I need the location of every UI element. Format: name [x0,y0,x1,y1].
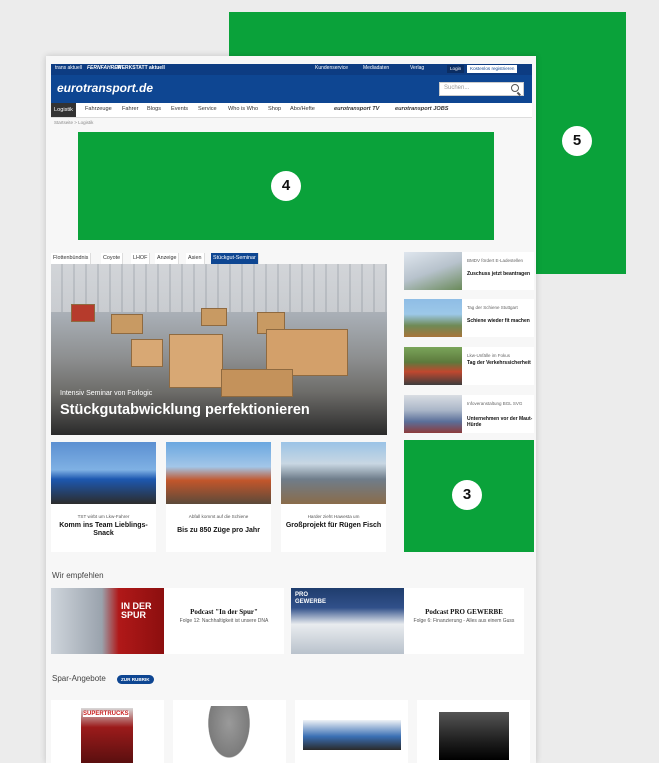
ad-slot-4-label: 4 [271,171,301,201]
article-card-kicker: TST wirbt um Lkw-Fahrer [77,514,130,519]
side-teaser-title: Schiene wieder fit machen [467,318,530,324]
product-teaser[interactable] [295,700,408,763]
breadcrumb: Startseite > Logistik [54,120,94,125]
article-card-title: Bis zu 850 Züge pro Jahr [177,527,260,534]
topbar-link-kundenservice[interactable]: Kundenservice [315,65,348,71]
tab-flottenbuendnis[interactable]: Flottenbündnis [51,253,92,264]
side-teaser-image [404,395,462,433]
product-image-book: SUPERTRUCKS [81,708,133,763]
rubrik-button[interactable]: ZUR RUBRIK [117,675,154,684]
tab-stueckgut-seminar[interactable]: Stückgut-Seminar [211,253,259,264]
article-card[interactable]: Harder zieht Hawesta um Großprojekt für … [281,442,386,552]
podcast-image-text: IN DER SPUR [121,601,152,620]
offers-heading: Spar-Angebote [52,674,106,683]
topbar-link-verlag[interactable]: Verlag [410,65,424,71]
article-card[interactable]: Abfall kommt auf die Schiene Bis zu 850 … [166,442,271,552]
main-nav: Logistik Fahrzeuge Fahrer Blogs Events S… [51,103,532,118]
hero-image-box [201,308,227,326]
hero-image-ceiling [51,264,387,312]
topbar-link-trans-aktuell[interactable]: trans aktuell [55,65,82,71]
hero-image-pallet [131,339,163,367]
podcast-title: Podcast PRO GEWERBE [425,608,503,616]
product-image-truck-kit [439,712,509,760]
nav-item-eurotransport-jobs[interactable]: eurotransport JOBS [395,106,448,112]
topbar-link-mediadaten[interactable]: Mediadaten [363,65,389,71]
podcast-subtitle: Folge 12: Nachhaltigkeit ist unsere DNA [179,618,269,624]
article-card-title: Großprojekt für Rügen Fisch [285,522,382,529]
product-image-truck-model [303,720,401,750]
side-teaser-title: Tag der Verkehrssicherheit [467,360,531,366]
podcast-image-text: PRO GEWERBE [295,592,327,605]
side-teaser-title: Zuschuss jetzt beantragen [467,271,531,277]
product-teaser[interactable] [173,700,286,763]
login-button[interactable]: Login [447,65,465,73]
nav-item-events[interactable]: Events [171,106,188,112]
article-card-kicker: Harder zieht Hawesta um [307,514,360,519]
hero-image-machine [71,304,95,322]
podcast-teaser[interactable]: IN DER SPUR Podcast "In der Spur" Folge … [51,588,284,654]
hero-image-pallet [221,369,293,397]
top-bar: trans aktuell FERNFAHRER WERKSTATT aktue… [51,64,532,75]
product-teaser[interactable] [417,700,530,763]
tab-lhof[interactable]: LHOF [131,253,151,264]
nav-item-blogs[interactable]: Blogs [147,106,161,112]
nav-item-fahrzeuge[interactable]: Fahrzeuge [85,106,112,112]
nav-item-abo-hefte[interactable]: Abo/Hefte [290,106,315,112]
podcast-title: Podcast "In der Spur" [190,608,258,616]
tab-anzeige[interactable]: Anzeige [155,253,180,264]
podcast-subtitle: Folge 6: Finanzierung - Alles aus einem … [413,618,515,624]
side-teaser-kicker: BMDV fördert E-Ladestellen [467,258,524,263]
nav-item-logistik[interactable]: Logistik [51,103,76,117]
site-logo[interactable]: eurotransport.de [57,81,153,95]
side-teaser-image [404,252,462,290]
ad-slot-3-label: 3 [452,480,482,510]
nav-item-service[interactable]: Service [198,106,217,112]
article-card-kicker: Abfall kommt auf die Schiene [188,514,249,519]
tab-asien[interactable]: Asien [186,253,205,264]
side-teaser[interactable]: Tag der Schiene Stuttgart Schiene wieder… [404,299,534,337]
hero-kicker: Intensiv Seminar von Forlogic [60,390,153,397]
product-image-hoodie [205,706,253,763]
podcast-teaser[interactable]: PRO GEWERBE Podcast PRO GEWERBE Folge 6:… [291,588,524,654]
article-card[interactable]: TST wirbt um Lkw-Fahrer Komm ins Team Li… [51,442,156,552]
article-card-title: Komm ins Team Lieblings-Snack [59,522,148,537]
hero-teaser[interactable]: Intensiv Seminar von Forlogic Stückgutab… [51,264,387,435]
hero-image-box [111,314,143,334]
hero-image-pallet [169,334,223,388]
article-card-image [51,442,156,504]
side-teaser-image [404,347,462,385]
podcast-image: PRO GEWERBE [291,588,404,654]
topbar-link-werkstatt[interactable]: WERKSTATT aktuell [117,65,165,71]
search-icon[interactable] [511,84,519,92]
register-button[interactable]: Kostenlos registrieren [467,65,518,73]
search-placeholder: Suchen... [444,85,470,91]
side-teaser-kicker: Tag der Schiene Stuttgart [467,305,518,310]
nav-item-fahrer[interactable]: Fahrer [122,106,138,112]
hero-title[interactable]: Stückgutabwicklung perfektionieren [60,402,310,418]
nav-item-eurotransport-tv[interactable]: eurotransport TV [334,106,379,112]
podcast-image: IN DER SPUR [51,588,164,654]
search-input[interactable]: Suchen... [439,82,524,96]
side-teaser[interactable]: BMDV fördert E-Ladestellen Zuschuss jetz… [404,252,534,290]
side-teaser[interactable]: Lkw-Unfälle im Fokus Tag der Verkehrssic… [404,347,534,385]
side-teaser-kicker: Lkw-Unfälle im Fokus [467,353,511,358]
side-teaser-title: Unternehmen vor der Maut-Hürde [467,416,533,428]
ad-slot-5-label: 5 [562,126,592,156]
side-teaser-kicker: Infoveranstaltung BGL SVG [467,401,523,406]
article-card-image [166,442,271,504]
side-teaser-image [404,299,462,337]
article-card-image [281,442,386,504]
product-book-title: SUPERTRUCKS [83,711,129,717]
nav-item-who-is-who[interactable]: Who is Who [228,106,258,112]
tab-coyote[interactable]: Coyote [101,253,124,264]
product-teaser[interactable]: SUPERTRUCKS [51,700,164,763]
recommend-heading: Wir empfehlen [52,571,104,580]
side-teaser[interactable]: Infoveranstaltung BGL SVG Unternehmen vo… [404,395,534,433]
nav-item-shop[interactable]: Shop [268,106,281,112]
